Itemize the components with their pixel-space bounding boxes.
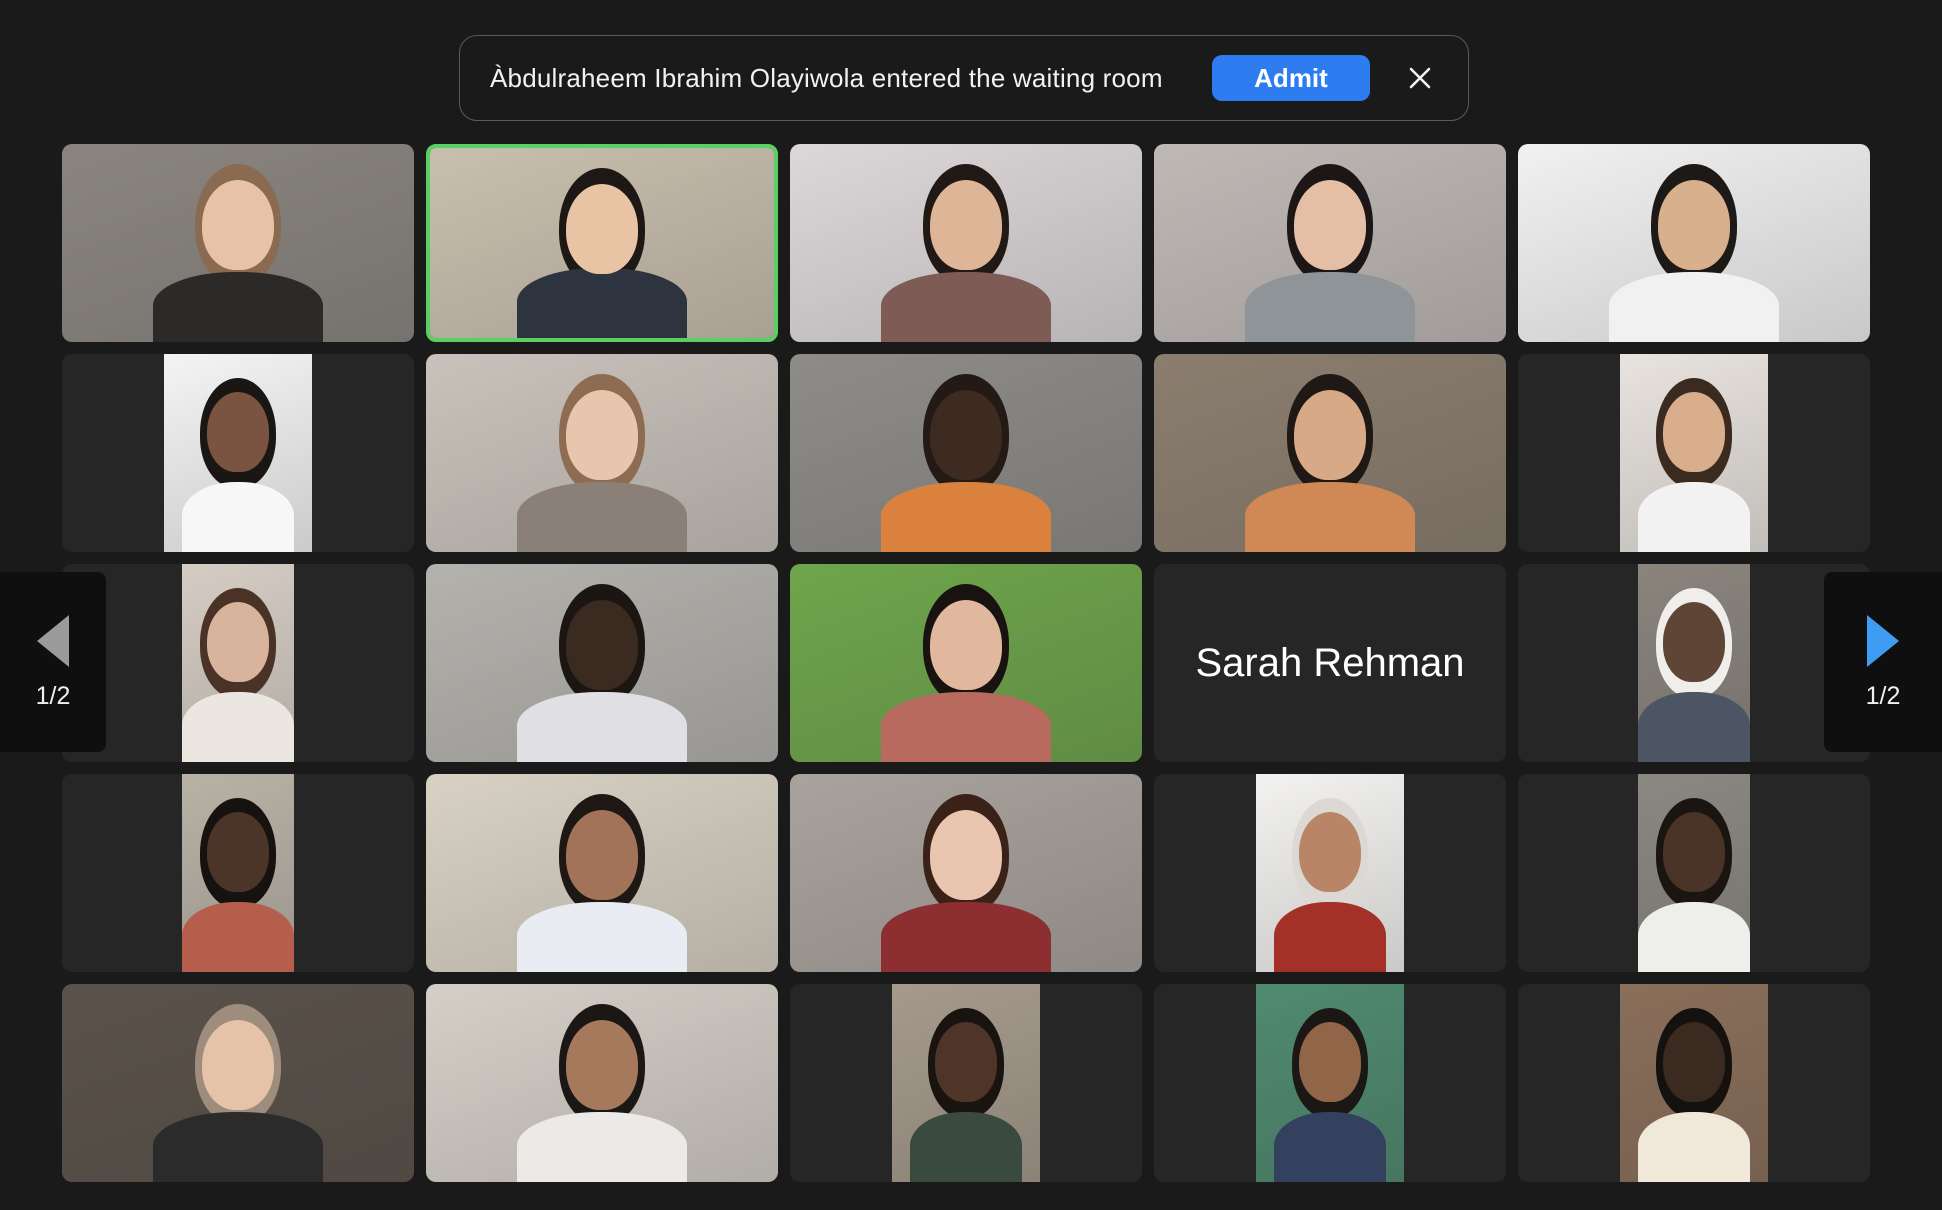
participant-video — [426, 984, 778, 1182]
participant-video — [1620, 354, 1768, 552]
participant-video — [1154, 354, 1506, 552]
meeting-gallery-view: Àbdulraheem Ibrahim Olayiwola entered th… — [0, 0, 1942, 1210]
participant-video — [790, 144, 1142, 342]
participant-video — [426, 564, 778, 762]
participant-video — [1518, 144, 1870, 342]
page-indicator-right: 1/2 — [1865, 681, 1901, 710]
participant-video — [164, 354, 312, 552]
participant-tile[interactable] — [1518, 354, 1870, 552]
participant-video — [62, 984, 414, 1182]
next-page-button[interactable]: 1/2 — [1824, 572, 1942, 752]
participant-tile[interactable] — [62, 564, 414, 762]
participant-tile[interactable]: Sarah Rehman — [1154, 564, 1506, 762]
participant-tile[interactable] — [62, 144, 414, 342]
previous-page-button[interactable]: 1/2 — [0, 572, 106, 752]
participant-video — [182, 774, 294, 972]
participant-grid: Sarah Rehman — [62, 144, 1870, 1182]
triangle-left-icon — [37, 614, 69, 667]
participant-tile[interactable] — [1518, 564, 1870, 762]
participant-tile[interactable] — [1518, 774, 1870, 972]
participant-tile[interactable] — [426, 774, 778, 972]
admit-button[interactable]: Admit — [1212, 55, 1370, 101]
participant-tile[interactable] — [1518, 144, 1870, 342]
participant-video — [182, 564, 294, 762]
participant-tile[interactable] — [426, 564, 778, 762]
page-indicator-left: 1/2 — [35, 681, 71, 710]
participant-video — [1256, 984, 1404, 1182]
participant-tile[interactable] — [790, 564, 1142, 762]
participant-tile[interactable] — [426, 984, 778, 1182]
participant-video — [430, 148, 774, 338]
participant-tile[interactable] — [62, 984, 414, 1182]
participant-video — [892, 984, 1040, 1182]
participant-tile[interactable] — [790, 984, 1142, 1182]
participant-video — [426, 774, 778, 972]
participant-video — [1620, 984, 1768, 1182]
participant-tile[interactable] — [62, 354, 414, 552]
waiting-room-notification: Àbdulraheem Ibrahim Olayiwola entered th… — [459, 35, 1469, 121]
waiting-room-message: Àbdulraheem Ibrahim Olayiwola entered th… — [490, 62, 1163, 93]
participant-video — [62, 144, 414, 342]
participant-tile[interactable] — [426, 144, 778, 342]
participant-tile[interactable] — [62, 774, 414, 972]
participant-video — [1154, 144, 1506, 342]
participant-tile[interactable] — [1154, 774, 1506, 972]
participant-tile[interactable] — [426, 354, 778, 552]
triangle-right-icon — [1867, 614, 1899, 667]
participant-tile[interactable] — [790, 354, 1142, 552]
participant-tile[interactable] — [790, 774, 1142, 972]
participant-video — [1638, 774, 1750, 972]
close-icon[interactable] — [1400, 58, 1440, 98]
participant-video — [790, 774, 1142, 972]
participant-tile[interactable] — [1154, 144, 1506, 342]
participant-video — [790, 564, 1142, 762]
participant-name-card: Sarah Rehman — [1195, 640, 1465, 685]
participant-video — [1256, 774, 1404, 972]
participant-tile[interactable] — [1154, 354, 1506, 552]
participant-video — [1638, 564, 1750, 762]
participant-video — [790, 354, 1142, 552]
participant-video — [426, 354, 778, 552]
participant-tile[interactable] — [1154, 984, 1506, 1182]
participant-tile[interactable] — [1518, 984, 1870, 1182]
participant-tile[interactable] — [790, 144, 1142, 342]
